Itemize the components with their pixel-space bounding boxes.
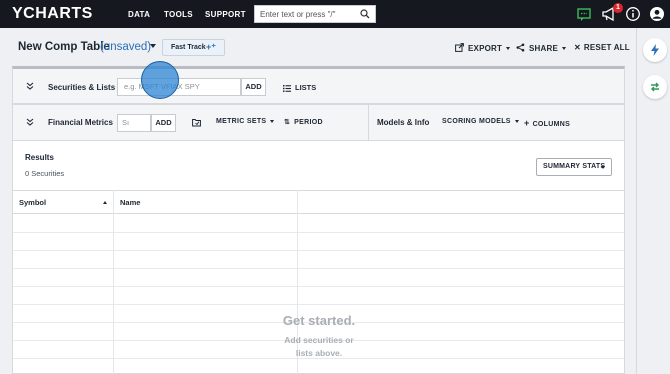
notification-badge: 1 bbox=[613, 3, 623, 13]
table-header: Symbol Name bbox=[13, 190, 624, 214]
top-navigation-bar: YCHARTS DATA TOOLS SUPPORT 1 bbox=[0, 0, 670, 28]
column-divider bbox=[113, 190, 114, 374]
metrics-panel: Financial Metrics Sı ADD METRIC SETS ⇅ PE… bbox=[12, 104, 625, 141]
collapse-chevron-icon[interactable] bbox=[26, 82, 34, 90]
securities-input[interactable]: e.g. MSFT VFIAX SPY bbox=[117, 78, 241, 96]
export-icon bbox=[455, 43, 464, 52]
page-title: New Comp Table bbox=[18, 41, 110, 53]
plus-icon: + bbox=[524, 118, 530, 128]
results-count: 0 Securities bbox=[25, 169, 65, 178]
nav-support[interactable]: SUPPORT bbox=[205, 10, 246, 19]
table-row bbox=[13, 304, 624, 305]
period-button[interactable]: ⇅ PERIOD bbox=[284, 118, 323, 126]
empty-state-message: Add securities or lists above. bbox=[284, 335, 354, 358]
column-header-symbol[interactable]: Symbol bbox=[19, 198, 46, 207]
user-icon[interactable] bbox=[649, 6, 665, 22]
add-columns-button[interactable]: + COLUMNS bbox=[524, 118, 570, 128]
models-info-label: Models & Info bbox=[377, 118, 430, 127]
global-search bbox=[254, 5, 376, 23]
empty-state-title: Get started. bbox=[282, 313, 356, 328]
save-status[interactable]: (unsaved) bbox=[100, 41, 151, 53]
export-button[interactable]: EXPORT bbox=[455, 43, 511, 53]
close-icon: ✕ bbox=[574, 43, 581, 52]
results-title: Results bbox=[25, 153, 54, 162]
title-dropdown-caret[interactable] bbox=[150, 44, 156, 48]
nav-tools[interactable]: TOOLS bbox=[164, 10, 193, 19]
chat-icon[interactable] bbox=[576, 6, 592, 22]
collapse-chevron-icon[interactable] bbox=[26, 118, 34, 126]
lists-button[interactable]: LISTS bbox=[283, 83, 316, 92]
add-metrics-button[interactable]: ADD bbox=[151, 114, 176, 132]
search-input[interactable] bbox=[255, 6, 359, 22]
reset-all-button[interactable]: ✕ RESET ALL bbox=[574, 43, 630, 52]
scoring-models-dropdown[interactable]: SCORING MODELS bbox=[442, 118, 519, 125]
table-row bbox=[13, 268, 624, 269]
share-icon bbox=[516, 43, 525, 52]
list-icon bbox=[283, 84, 291, 92]
fast-track-button[interactable]: Fast Track +⁺ bbox=[162, 39, 225, 56]
period-icon: ⇅ bbox=[284, 119, 291, 126]
metrics-input[interactable]: Sı bbox=[117, 114, 151, 132]
share-button[interactable]: SHARE bbox=[516, 43, 567, 53]
info-icon[interactable] bbox=[625, 6, 641, 22]
sparkle-plus-icon: +⁺ bbox=[205, 42, 216, 52]
quick-actions-button[interactable] bbox=[643, 38, 667, 62]
table-row bbox=[13, 286, 624, 287]
table-row bbox=[13, 232, 624, 233]
table-row bbox=[13, 250, 624, 251]
summary-stats-dropdown[interactable]: SUMMARY STATS bbox=[536, 158, 612, 176]
ycharts-logo[interactable]: YCHARTS bbox=[12, 5, 93, 23]
search-icon[interactable] bbox=[360, 9, 370, 19]
sort-ascending-icon[interactable] bbox=[103, 201, 107, 204]
add-securities-button[interactable]: ADD bbox=[241, 78, 266, 96]
securities-panel: Securities & Lists e.g. MSFT VFIAX SPY A… bbox=[12, 66, 625, 104]
right-sidebar bbox=[636, 28, 670, 374]
swap-arrows-icon bbox=[651, 82, 659, 92]
folder-icon[interactable] bbox=[192, 118, 201, 127]
lightning-icon bbox=[651, 44, 659, 56]
sync-button[interactable] bbox=[643, 75, 667, 99]
financial-metrics-label: Financial Metrics bbox=[48, 118, 113, 127]
empty-state: Get started. Add securities or lists abov… bbox=[271, 313, 367, 360]
column-header-name[interactable]: Name bbox=[120, 198, 140, 207]
nav-data[interactable]: DATA bbox=[128, 10, 150, 19]
metric-sets-dropdown[interactable]: METRIC SETS bbox=[216, 118, 275, 125]
results-panel: Results 0 Securities SUMMARY STATS Symbo… bbox=[12, 141, 625, 374]
securities-label: Securities & Lists bbox=[48, 83, 116, 92]
divider bbox=[368, 105, 369, 140]
click-indicator bbox=[141, 61, 179, 99]
